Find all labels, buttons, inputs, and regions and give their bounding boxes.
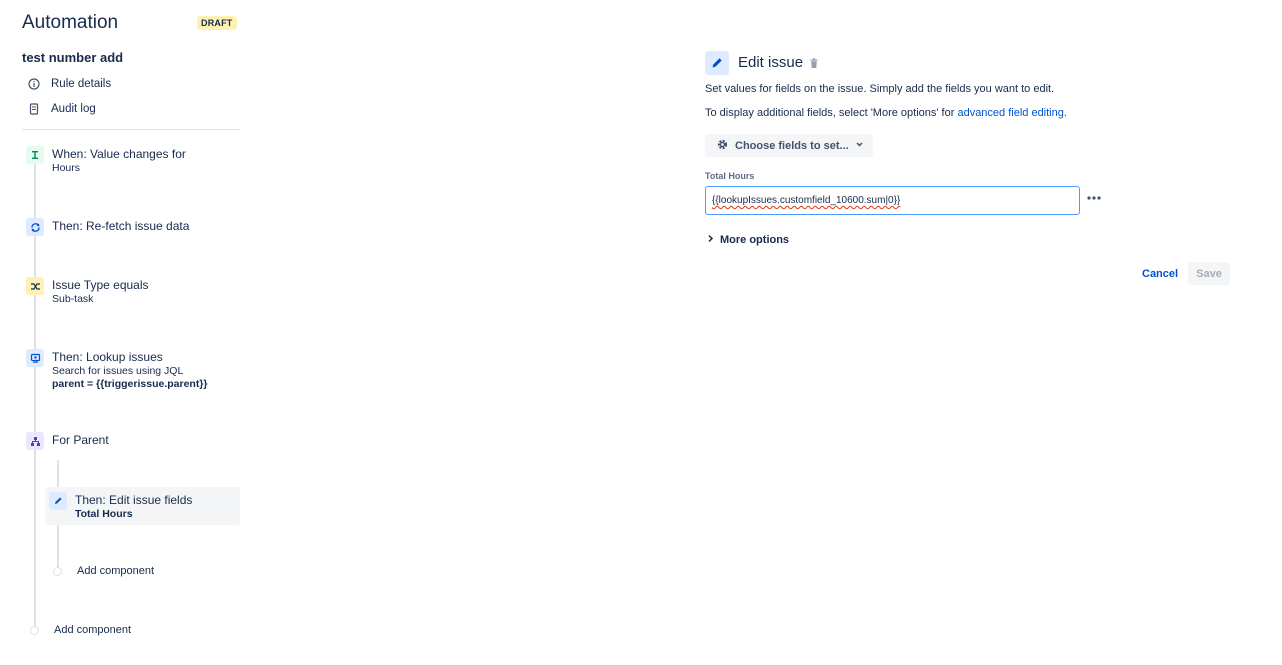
choose-fields-button[interactable]: Choose fields to set... (705, 134, 873, 157)
condition-icon (26, 277, 44, 295)
status-badge: DRAFT (197, 16, 237, 30)
choose-fields-label: Choose fields to set... (735, 139, 849, 152)
step-subtitle: Hours (52, 162, 81, 174)
step-refetch[interactable]: Then: Re-fetch issue data (26, 218, 189, 236)
step-jql: parent = {{triggerissue.parent}} (52, 378, 208, 390)
add-component-label: Add component (54, 624, 132, 636)
lookup-icon (26, 349, 44, 367)
sidebar-item-label: Audit log (51, 103, 96, 115)
step-trigger[interactable]: When: Value changes for Hours (26, 146, 186, 175)
step-subtitle: Search for issues using JQL (52, 365, 184, 377)
sidebar-item-label: Rule details (51, 78, 112, 90)
step-edit-issue[interactable]: Then: Edit issue fields Total Hours (49, 492, 192, 521)
input-value: {{lookupIssues.customfield_10600.sum|0}} (712, 195, 901, 206)
save-button[interactable]: Save (1188, 262, 1230, 285)
panel-title: Edit issue (738, 54, 804, 71)
step-title: For Parent (52, 433, 109, 447)
cancel-button[interactable]: Cancel (1138, 262, 1182, 285)
step-branch[interactable]: For Parent (26, 432, 109, 450)
trigger-icon (26, 146, 44, 164)
chevron-down-icon (855, 140, 864, 152)
step-title: Issue Type equals (52, 278, 149, 292)
step-condition[interactable]: Issue Type equals Sub-task (26, 277, 149, 306)
divider (22, 129, 240, 130)
step-title: Then: Edit issue fields (75, 493, 193, 507)
panel-description: Set values for fields on the issue. Simp… (705, 83, 1055, 95)
step-subtitle: Sub-task (52, 293, 94, 305)
page-title: Automation (22, 12, 119, 33)
more-options-toggle[interactable]: More options (707, 234, 789, 246)
advanced-field-editing-link[interactable]: advanced field editing (957, 107, 1063, 119)
more-actions-icon[interactable] (1086, 191, 1102, 205)
step-subtitle: Total Hours (75, 508, 133, 520)
rule-name: test number add (22, 50, 124, 65)
refresh-icon (26, 218, 44, 236)
field-label: Total Hours (705, 171, 755, 181)
step-title: Then: Re-fetch issue data (52, 219, 190, 233)
step-title: Then: Lookup issues (52, 350, 163, 364)
add-dot-icon (30, 625, 39, 635)
step-lookup[interactable]: Then: Lookup issues Search for issues us… (26, 349, 208, 391)
add-component-root[interactable]: Add component (30, 624, 131, 636)
info-circle-icon (28, 78, 40, 90)
edit-icon (49, 492, 67, 510)
total-hours-input[interactable]: {{lookupIssues.customfield_10600.sum|0}} (705, 186, 1080, 215)
document-icon (28, 103, 40, 115)
gear-icon (716, 138, 729, 154)
trash-icon[interactable] (809, 56, 819, 74)
add-dot-icon (53, 566, 62, 576)
sidebar-item-audit-log[interactable]: Audit log (28, 103, 96, 115)
branch-icon (26, 432, 44, 450)
chevron-right-icon (707, 234, 714, 246)
add-component-label: Add component (77, 565, 155, 577)
edit-icon (705, 51, 729, 75)
step-title: When: Value changes for (52, 147, 186, 161)
add-component-branch[interactable]: Add component (53, 565, 154, 577)
more-options-label: More options (720, 234, 790, 246)
panel-more-info: To display additional fields, select 'Mo… (705, 107, 1067, 119)
sidebar-item-rule-details[interactable]: Rule details (28, 78, 111, 90)
